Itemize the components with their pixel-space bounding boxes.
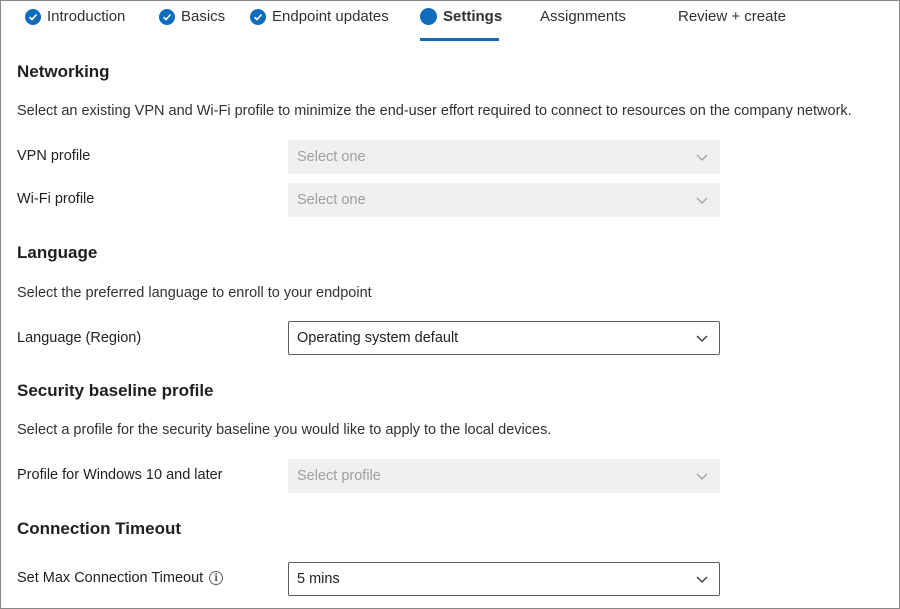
tab-label: Endpoint updates: [272, 8, 389, 25]
windows-profile-label: Profile for Windows 10 and later: [17, 467, 223, 483]
language-description: Select the preferred language to enroll …: [17, 285, 372, 301]
checkmark-circle-icon: [25, 9, 41, 25]
security-baseline-description: Select a profile for the security baseli…: [17, 422, 552, 438]
vpn-profile-dropdown[interactable]: Select one: [288, 140, 720, 174]
language-heading: Language: [17, 243, 98, 262]
chevron-down-icon: [695, 193, 709, 211]
language-region-value: Operating system default: [297, 330, 459, 346]
max-connection-timeout-dropdown[interactable]: 5 mins: [288, 562, 720, 596]
max-connection-timeout-value: 5 mins: [297, 571, 340, 587]
tab-basics[interactable]: Basics: [159, 1, 225, 41]
tab-label: Basics: [181, 8, 226, 25]
language-region-label: Language (Region): [17, 330, 142, 346]
wifi-profile-placeholder: Select one: [297, 192, 366, 208]
chevron-down-icon: [695, 331, 709, 349]
chevron-down-icon: [695, 150, 709, 168]
max-connection-timeout-label: Set Max Connection Timeout: [17, 570, 204, 586]
checkmark-circle-icon: [250, 9, 266, 25]
vpn-profile-placeholder: Select one: [297, 149, 366, 165]
wifi-profile-label: Wi-Fi profile: [17, 191, 95, 207]
tab-label: Introduction: [47, 8, 126, 25]
tab-introduction[interactable]: Introduction: [25, 1, 125, 41]
security-baseline-heading: Security baseline profile: [17, 381, 214, 400]
filled-circle-icon: [420, 8, 437, 25]
connection-timeout-heading: Connection Timeout: [17, 519, 182, 538]
info-icon[interactable]: i: [209, 571, 224, 585]
vpn-profile-label: VPN profile: [17, 148, 91, 164]
networking-description: Select an existing VPN and Wi-Fi profile…: [17, 103, 852, 119]
active-tab-indicator: [420, 38, 499, 41]
tab-review-create[interactable]: Review + create: [678, 1, 786, 41]
max-connection-timeout-label-row: Set Max Connection Timeout i: [17, 570, 224, 586]
tab-settings[interactable]: Settings: [420, 1, 503, 41]
tab-label: Settings: [443, 8, 503, 25]
chevron-down-icon: [695, 469, 709, 487]
tab-assignments[interactable]: Assignments: [540, 1, 626, 41]
tab-endpoint-updates[interactable]: Endpoint updates: [250, 1, 389, 41]
networking-heading: Networking: [17, 62, 110, 81]
tab-label: Assignments: [540, 8, 626, 25]
wifi-profile-dropdown[interactable]: Select one: [288, 183, 720, 217]
checkmark-circle-icon: [159, 9, 175, 25]
language-region-dropdown[interactable]: Operating system default: [288, 321, 720, 355]
wizard-tabs: Introduction Basics Endpoint updates Set…: [1, 1, 899, 41]
windows-profile-placeholder: Select profile: [297, 468, 381, 484]
chevron-down-icon: [695, 572, 709, 590]
windows-profile-dropdown[interactable]: Select profile: [288, 459, 720, 493]
tab-label: Review + create: [678, 8, 786, 25]
